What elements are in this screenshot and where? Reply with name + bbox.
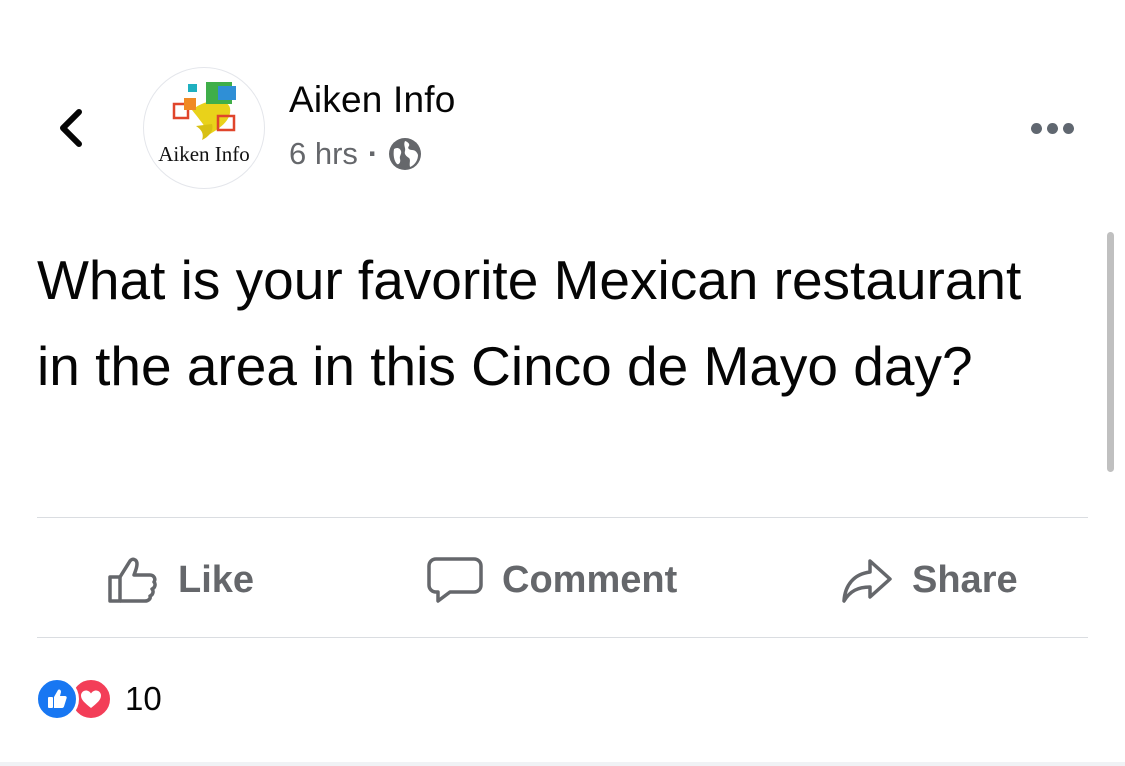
post-time[interactable]: 6 hrs (289, 136, 358, 172)
comment-label: Comment (502, 558, 678, 601)
page-name[interactable]: Aiken Info (289, 79, 456, 121)
meta-separator: · (367, 136, 379, 171)
chevron-left-icon (60, 109, 82, 147)
avatar[interactable]: Aiken Info (143, 67, 265, 189)
reaction-count: 10 (125, 680, 162, 717)
comment-icon (427, 557, 483, 603)
share-label: Share (912, 558, 1018, 601)
share-button[interactable]: Share (840, 550, 1018, 610)
like-button[interactable]: Like (106, 550, 254, 610)
like-label: Like (178, 558, 255, 601)
more-horizontal-icon (1030, 122, 1042, 134)
divider-bottom (37, 637, 1088, 638)
back-button[interactable] (48, 100, 92, 156)
post-text: What is your favorite Mexican restaurant… (37, 249, 1022, 397)
divider-top (37, 517, 1088, 518)
globe-icon (389, 138, 422, 170)
aiken-info-logo (172, 82, 236, 140)
bottom-separator (0, 762, 1125, 766)
share-icon (842, 559, 892, 603)
scrollbar[interactable] (1107, 232, 1114, 472)
more-options-button[interactable] (1024, 110, 1080, 146)
comment-button[interactable]: Comment (426, 550, 677, 610)
avatar-logo-text: Aiken Info (158, 142, 250, 166)
post-meta: 6 hrs · (289, 136, 422, 172)
thumbs-up-icon (108, 557, 157, 603)
like-reaction-icon (35, 677, 79, 721)
reactions-summary[interactable]: 10 (35, 677, 162, 721)
